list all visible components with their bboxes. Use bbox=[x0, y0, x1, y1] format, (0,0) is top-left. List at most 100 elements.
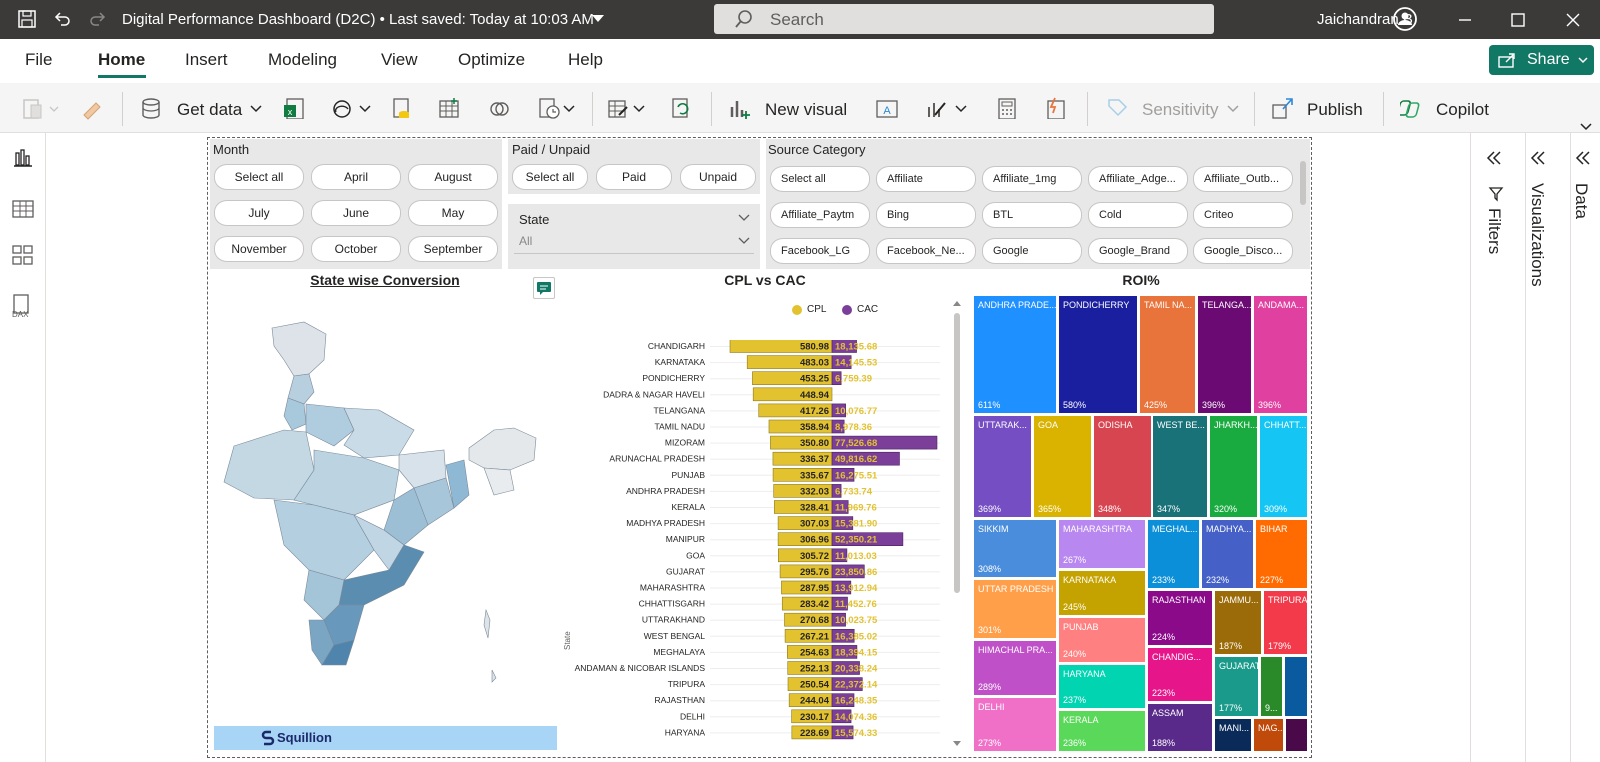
publish-label[interactable]: Publish bbox=[1307, 100, 1363, 120]
source-option[interactable]: BTL bbox=[982, 202, 1082, 228]
paste-icon[interactable] bbox=[22, 97, 62, 121]
expand-visualizations-icon[interactable] bbox=[1529, 150, 1547, 166]
treemap-tile[interactable]: SIKKIM 308% bbox=[973, 519, 1057, 578]
month-option[interactable]: April bbox=[311, 164, 401, 190]
dax-query-view-icon[interactable]: DAX bbox=[10, 293, 36, 319]
treemap-tile[interactable]: DELHI 273% bbox=[973, 697, 1057, 752]
state-dropdown[interactable]: All bbox=[514, 228, 754, 254]
copilot-icon[interactable] bbox=[1400, 97, 1422, 119]
new-visual-icon[interactable] bbox=[728, 97, 750, 119]
treemap-tile[interactable]: CHHATT... 309% bbox=[1259, 415, 1308, 518]
treemap-tile[interactable]: UTTARAK... 369% bbox=[973, 415, 1032, 518]
user-avatar-icon[interactable] bbox=[1393, 7, 1417, 31]
new-measure-icon[interactable] bbox=[996, 97, 1018, 119]
treemap-tile[interactable]: GOA 365% bbox=[1033, 415, 1092, 518]
menu-home[interactable]: Home bbox=[98, 50, 145, 70]
undo-icon[interactable] bbox=[52, 9, 72, 29]
chevron-down-icon[interactable] bbox=[633, 105, 645, 113]
data-pane-label[interactable]: Data bbox=[1571, 183, 1591, 219]
treemap-tile[interactable]: MANI... bbox=[1214, 718, 1252, 752]
menu-view[interactable]: View bbox=[381, 50, 418, 70]
treemap-tile[interactable]: PONDICHERRY 580% bbox=[1058, 295, 1138, 414]
dataverse-icon[interactable] bbox=[390, 97, 412, 119]
treemap-tile[interactable]: BIHAR 227% bbox=[1255, 519, 1308, 589]
treemap-tile[interactable]: ODISHA 348% bbox=[1093, 415, 1152, 518]
quick-measure-icon[interactable] bbox=[1045, 97, 1067, 119]
treemap-tile[interactable]: 9... bbox=[1260, 656, 1283, 717]
menu-file[interactable]: File bbox=[25, 50, 52, 70]
paid-option[interactable]: Unpaid bbox=[680, 164, 756, 190]
treemap-tile[interactable]: CHANDIG... 223% bbox=[1147, 647, 1213, 702]
source-option[interactable]: Affiliate bbox=[876, 166, 976, 192]
month-option[interactable]: August bbox=[408, 164, 498, 190]
treemap-tile[interactable]: JHARKH... 320% bbox=[1209, 415, 1258, 518]
chart-scrollbar[interactable] bbox=[951, 299, 963, 751]
treemap-tile[interactable]: TELANGA... 396% bbox=[1197, 295, 1252, 414]
save-icon[interactable] bbox=[17, 9, 37, 29]
table-view-icon[interactable] bbox=[12, 199, 34, 219]
format-painter-icon[interactable] bbox=[80, 97, 104, 121]
month-option[interactable]: October bbox=[311, 236, 401, 262]
report-view-icon[interactable] bbox=[12, 148, 34, 168]
collapse-ribbon-icon[interactable] bbox=[1580, 123, 1592, 131]
source-option[interactable]: Google_Brand bbox=[1088, 238, 1188, 264]
treemap-tile[interactable]: JAMMU... 187% bbox=[1214, 590, 1262, 655]
excel-icon[interactable]: x bbox=[283, 97, 305, 119]
treemap-tile[interactable] bbox=[1284, 656, 1308, 717]
more-visuals-icon[interactable] bbox=[925, 97, 947, 119]
source-option[interactable]: Bing bbox=[876, 202, 976, 228]
source-option[interactable]: Facebook_Ne... bbox=[876, 238, 976, 264]
chevron-down-icon[interactable] bbox=[359, 105, 371, 113]
month-option[interactable]: November bbox=[214, 236, 304, 262]
treemap-tile[interactable]: HIMACHAL PRA... 289% bbox=[973, 640, 1057, 696]
treemap-tile[interactable]: PUNJAB 240% bbox=[1058, 617, 1146, 663]
menu-modeling[interactable]: Modeling bbox=[268, 50, 337, 70]
treemap-tile[interactable]: ASSAM 188% bbox=[1147, 703, 1213, 752]
source-slicer-scrollbar[interactable] bbox=[1300, 161, 1306, 205]
month-option[interactable]: June bbox=[311, 200, 401, 226]
share-button[interactable]: Share bbox=[1489, 45, 1594, 75]
transform-data-icon[interactable] bbox=[607, 97, 629, 119]
treemap-tile[interactable]: GUJARAT 177% bbox=[1214, 656, 1259, 717]
scroll-up-icon[interactable] bbox=[952, 299, 962, 307]
treemap-tile[interactable] bbox=[1285, 718, 1308, 752]
text-box-icon[interactable]: A bbox=[876, 97, 898, 119]
source-option[interactable]: Affiliate_Outb... bbox=[1193, 166, 1293, 192]
treemap-tile[interactable]: MADHYA... 232% bbox=[1201, 519, 1254, 589]
smart-narrative-button[interactable] bbox=[533, 277, 555, 299]
source-option[interactable]: Google_Disco... bbox=[1193, 238, 1293, 264]
paid-option[interactable]: Select all bbox=[512, 164, 588, 190]
get-data-label[interactable]: Get data bbox=[177, 100, 242, 120]
visualizations-pane-label[interactable]: Visualizations bbox=[1527, 183, 1547, 287]
treemap-tile[interactable]: UTTAR PRADESH 301% bbox=[973, 579, 1057, 639]
treemap-tile[interactable]: WEST BE... 347% bbox=[1152, 415, 1208, 518]
treemap-tile[interactable]: ANDHRA PRADE... 611% bbox=[973, 295, 1057, 414]
redo-icon[interactable] bbox=[88, 9, 108, 29]
refresh-icon[interactable] bbox=[670, 97, 692, 119]
publish-icon[interactable] bbox=[1271, 97, 1293, 119]
maximize-icon[interactable] bbox=[1510, 12, 1526, 28]
treemap-tile[interactable]: ANDAMA... 396% bbox=[1253, 295, 1308, 414]
scroll-thumb[interactable] bbox=[954, 313, 960, 593]
treemap-tile[interactable]: RAJASTHAN 224% bbox=[1147, 590, 1213, 646]
source-option[interactable]: Affiliate_Adge... bbox=[1088, 166, 1188, 192]
treemap-tile[interactable]: TRIPURA 179% bbox=[1263, 590, 1308, 655]
chevron-down-icon[interactable] bbox=[955, 105, 967, 113]
datamart-icon[interactable] bbox=[488, 97, 510, 119]
source-option[interactable]: Cold bbox=[1088, 202, 1188, 228]
treemap-tile[interactable]: KERALA 236% bbox=[1058, 710, 1146, 752]
month-option[interactable]: July bbox=[214, 200, 304, 226]
treemap-tile[interactable]: KARNATAKA 245% bbox=[1058, 570, 1146, 616]
close-icon[interactable] bbox=[1565, 12, 1581, 28]
chevron-down-icon[interactable] bbox=[250, 105, 262, 113]
chevron-down-icon[interactable] bbox=[563, 105, 575, 113]
scroll-down-icon[interactable] bbox=[952, 740, 962, 748]
source-option[interactable]: Facebook_LG bbox=[770, 238, 870, 264]
new-visual-label[interactable]: New visual bbox=[765, 100, 847, 120]
menu-help[interactable]: Help bbox=[568, 50, 603, 70]
treemap-tile[interactable]: HARYANA 237% bbox=[1058, 664, 1146, 709]
expand-data-icon[interactable] bbox=[1574, 150, 1592, 166]
source-option[interactable]: Criteo bbox=[1193, 202, 1293, 228]
source-option[interactable]: Affiliate_Paytm bbox=[770, 202, 870, 228]
minimize-icon[interactable] bbox=[1457, 12, 1473, 28]
